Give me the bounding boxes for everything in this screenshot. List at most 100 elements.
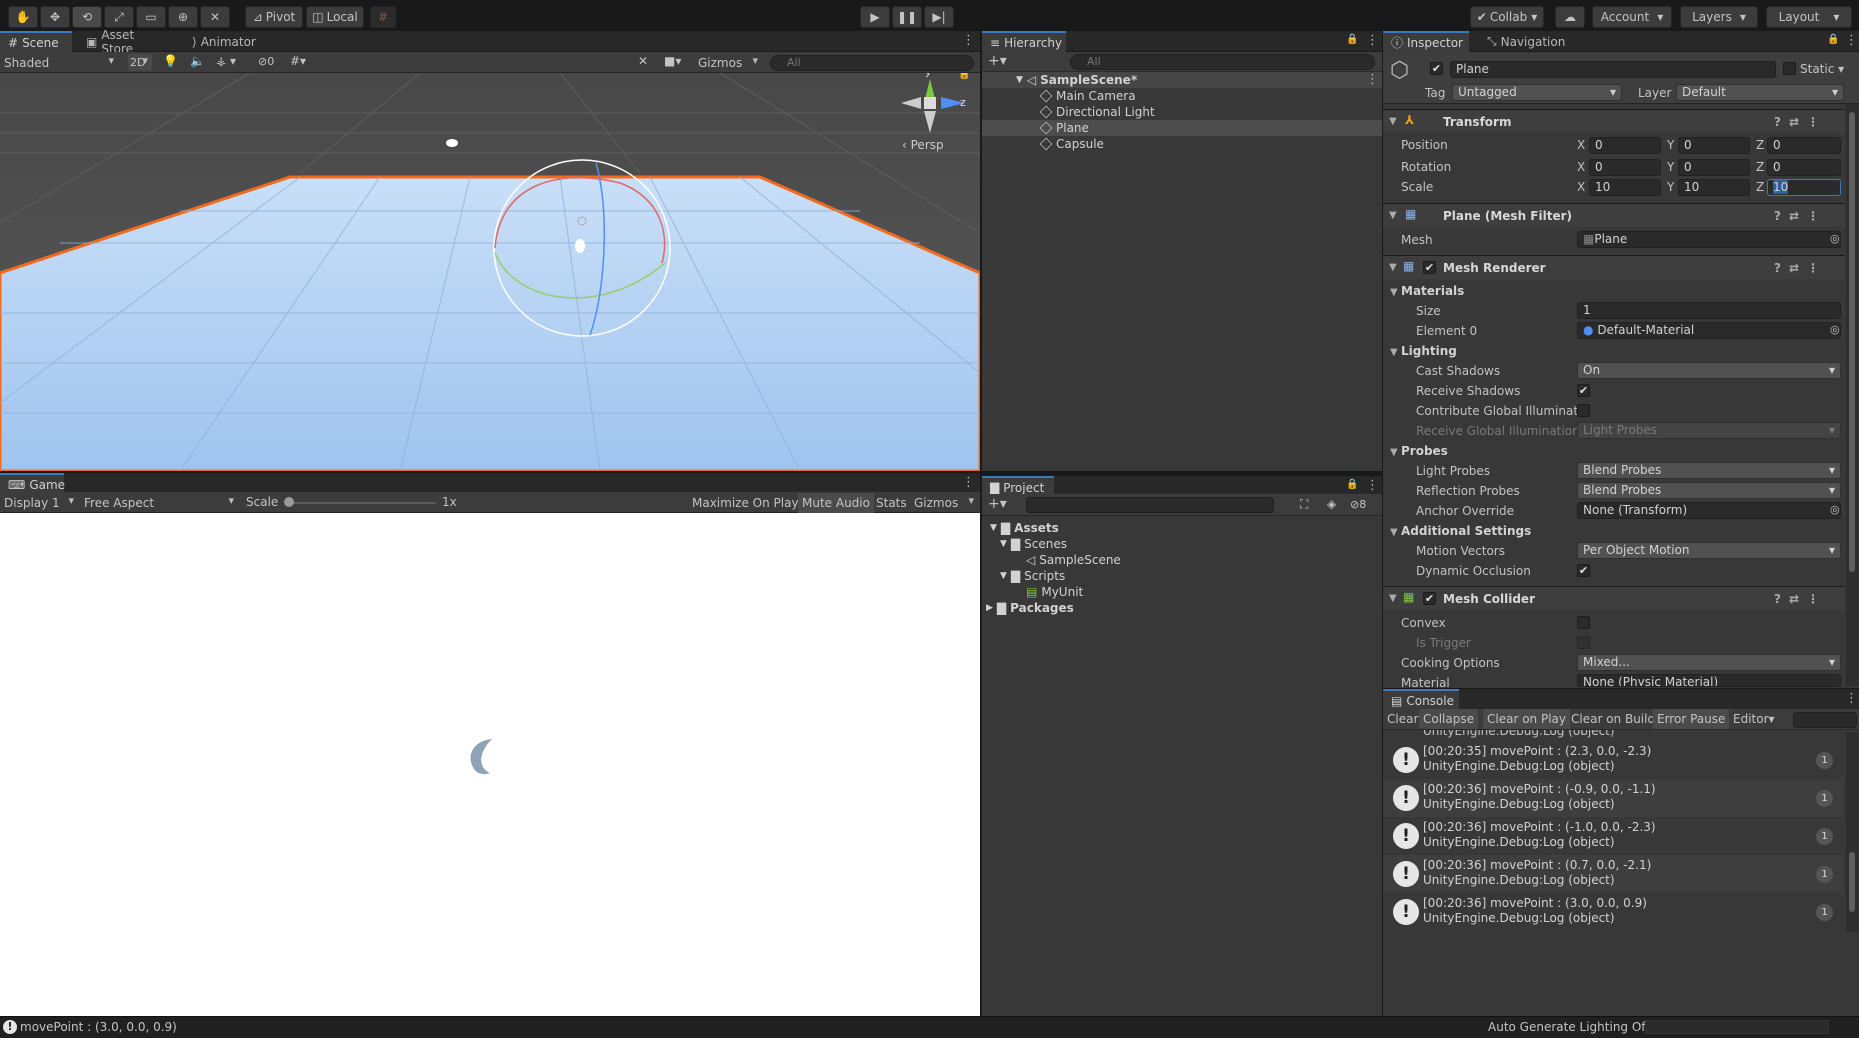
dynamic-occlusion-checkbox[interactable]: ✔ [1577,564,1590,577]
lock-icon[interactable]: 🔒 [1346,34,1358,45]
layer-dropdown[interactable]: Default [1676,84,1844,101]
log-entry[interactable]: ! [00:20:36] movePoint : (-0.9, 0.0, -1.… [1383,779,1843,817]
folder-scenes[interactable]: ▼ ▇ Scenes [1000,536,1067,552]
display-dropdown[interactable]: Display 1 [0,494,78,511]
rotation-x-input[interactable]: 0 [1589,159,1661,176]
cast-shadows-dropdown[interactable]: On [1577,362,1841,379]
static-dropdown[interactable]: Static ▾ [1800,62,1844,76]
hidden-objects-toggle[interactable]: ⊘0 [258,55,274,68]
tab-asset-store[interactable]: ▣ Asset Store [78,28,172,56]
effects-icon[interactable]: ⚶ ▾ [216,54,236,68]
lighting-toggle-icon[interactable]: 💡 [163,54,178,68]
pause-button[interactable]: ❚❚ [892,6,922,28]
log-entry[interactable]: ! [00:20:36] movePoint : (3.0, 0.0, 0.9)… [1383,893,1843,931]
mesh-renderer-header[interactable]: ▼ ▦ ✔ Mesh Renderer ?⇄⋮ [1383,255,1845,279]
hierarchy-item-capsule[interactable]: Capsule [1039,136,1104,152]
grid-toggle-icon[interactable]: #▾ [290,54,306,68]
materials-size-input[interactable]: 1 [1577,302,1841,319]
stats-toggle[interactable]: Stats [872,493,911,513]
light-probes-dropdown[interactable]: Blend Probes [1577,462,1841,479]
lock-icon[interactable]: 🔒 [958,73,970,80]
reflection-probes-dropdown[interactable]: Blend Probes [1577,482,1841,499]
status-message[interactable]: movePoint : (3.0, 0.0, 0.9) [20,1020,177,1034]
collapse-arrow-icon[interactable]: ▼ [1390,347,1398,358]
panel-menu-icon[interactable]: ⋮ [962,475,975,490]
local-toggle[interactable]: ◫ Local [306,6,364,28]
scale-tool-button[interactable]: ⤢ [104,6,134,28]
console-editor-dropdown[interactable]: Editor ▾ [1729,709,1779,729]
mesh-renderer-enabled-checkbox[interactable]: ✔ [1423,261,1436,274]
receive-shadows-checkbox[interactable]: ✔ [1577,384,1590,397]
cloud-button[interactable]: ☁ [1555,6,1585,28]
scene-view-canvas[interactable] [0,73,980,471]
hierarchy-item-directional-light[interactable]: Directional Light [1039,104,1155,120]
motion-vectors-dropdown[interactable]: Per Object Motion [1577,542,1841,559]
is-trigger-checkbox[interactable] [1577,636,1590,649]
mesh-collider-header[interactable]: ▼ ▦ ✔ Mesh Collider ?⇄⋮ [1383,586,1845,610]
scene-menu-icon[interactable]: ⋮ [1366,72,1379,87]
object-name-input[interactable]: Plane [1450,61,1776,78]
anchor-override-field[interactable]: None (Transform) [1577,502,1841,519]
materials-section[interactable]: Materials [1401,284,1464,298]
folder-scripts[interactable]: ▼ ▇ Scripts [1000,568,1065,584]
receive-gi-dropdown[interactable]: Light Probes [1577,422,1841,439]
object-picker-icon[interactable]: ◎ [1830,232,1840,245]
scale-slider-handle[interactable] [284,497,294,507]
mesh-object-field[interactable]: ▦Plane [1577,231,1841,248]
log-entry[interactable]: ! [00:20:36] movePoint : (0.7, 0.0, -2.1… [1383,855,1843,893]
label-filter-icon[interactable]: ◈ [1327,497,1336,511]
object-picker-icon[interactable]: ◎ [1830,503,1840,516]
scene-root[interactable]: ▼ ◁ SampleScene* [1016,72,1137,88]
transform-tool-button[interactable]: ⊕ [168,6,198,28]
panel-menu-icon[interactable]: ⋮ [1845,691,1858,706]
component-header-icons[interactable]: ?⇄⋮ [1774,261,1827,275]
collab-dropdown[interactable]: ✔ Collab ▾ [1470,6,1544,28]
grid-snap-button[interactable]: # [370,6,396,28]
component-header-icons[interactable]: ?⇄⋮ [1774,115,1827,129]
layers-dropdown[interactable]: Layers ▾ [1680,6,1758,28]
asset-my-unit[interactable]: ▤ MyUnit [1026,584,1083,600]
search-by-type-icon[interactable]: ⛶ [1300,497,1308,512]
additional-settings-section[interactable]: Additional Settings [1401,524,1531,538]
scene-viewport[interactable]: y z 🔒 ‹ Persp [0,73,980,471]
tab-scene[interactable]: # Scene [0,31,72,52]
panel-menu-icon[interactable]: ⋮ [962,33,975,48]
position-y-input[interactable]: 0 [1678,137,1750,154]
scale-z-input[interactable]: 10 [1767,179,1841,196]
log-entry[interactable]: ! [00:20:36] movePoint : (-1.0, 0.0, -2.… [1383,817,1843,855]
tab-animator[interactable]: ⟩ Animator [184,31,270,52]
asset-sample-scene[interactable]: ◁ SampleScene [1026,552,1121,568]
collapse-arrow-icon[interactable]: ▼ [1390,287,1398,298]
tab-navigation[interactable]: ⤡ Navigation [1479,31,1579,52]
step-button[interactable]: ▶| [924,6,954,28]
static-checkbox[interactable] [1783,62,1796,75]
object-active-checkbox[interactable]: ✔ [1430,62,1443,75]
convex-checkbox[interactable] [1577,616,1590,629]
scrollbar-thumb[interactable] [1849,112,1855,572]
add-object-button[interactable]: +▾ [988,53,1007,69]
hierarchy-item-main-camera[interactable]: Main Camera [1039,88,1136,104]
console-search-input[interactable] [1793,712,1857,728]
tag-dropdown[interactable]: Untagged [1452,84,1622,101]
rotation-y-input[interactable]: 0 [1678,159,1750,176]
shading-mode-dropdown[interactable]: Shaded [0,54,118,71]
console-error-pause-toggle[interactable]: Error Pause [1653,709,1730,729]
lighting-section[interactable]: Lighting [1401,344,1457,358]
panel-menu-icon[interactable]: ⋮ [1845,33,1858,48]
collider-material-field[interactable]: None (Physic Material) [1577,674,1841,687]
tab-inspector[interactable]: ⓘ Inspector [1383,31,1469,52]
tab-hierarchy[interactable]: ≡ Hierarchy [982,31,1066,52]
probes-section[interactable]: Probes [1401,444,1448,458]
component-header-icons[interactable]: ?⇄⋮ [1774,592,1827,606]
pivot-toggle[interactable]: ⊿ Pivot [245,6,303,28]
console-scrollbar[interactable] [1846,732,1858,932]
play-button[interactable]: ▶ [860,6,890,28]
lock-icon[interactable]: 🔒 [1827,34,1839,45]
maximize-on-play-toggle[interactable]: Maximize On Play [688,493,803,513]
rotation-z-input[interactable]: 0 [1767,159,1841,176]
rotate-tool-button[interactable]: ⟲ [72,6,102,28]
rect-tool-button[interactable]: ▭ [136,6,166,28]
collapse-arrow-icon[interactable]: ▼ [1390,527,1398,538]
custom-tool-button[interactable]: ✕ [200,6,230,28]
object-picker-icon[interactable]: ◎ [1830,323,1840,336]
